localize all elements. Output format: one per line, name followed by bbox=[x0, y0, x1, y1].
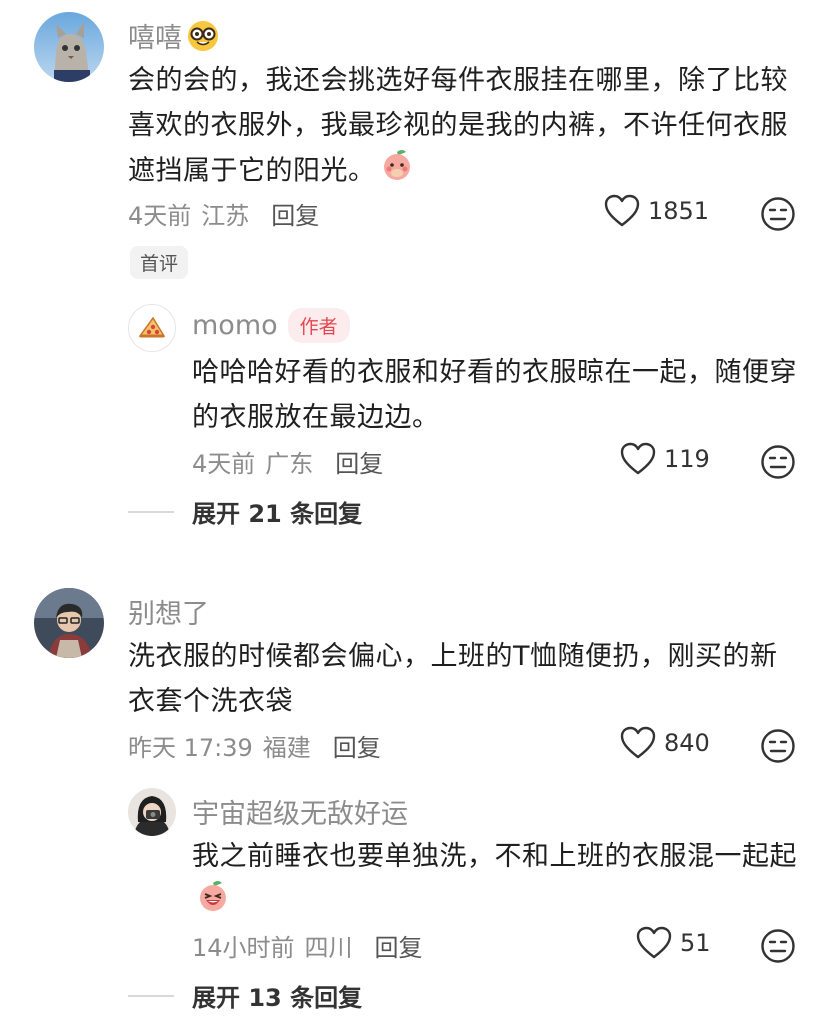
dislike-button[interactable] bbox=[760, 928, 796, 964]
peach-shy-emoji bbox=[380, 148, 414, 196]
expand-replies-button[interactable]: 展开 13 条回复 bbox=[128, 978, 362, 1013]
comment-time: 4天前 bbox=[128, 202, 192, 230]
dislike-button[interactable] bbox=[760, 444, 796, 480]
reply-time: 4天前 bbox=[192, 450, 256, 478]
comment-username[interactable]: 别想了 bbox=[128, 592, 209, 631]
like-count: 119 bbox=[664, 445, 710, 473]
expand-replies-button[interactable]: 展开 21 条回复 bbox=[128, 494, 362, 529]
expand-divider bbox=[128, 994, 174, 997]
reply-text: 哈哈哈好看的衣服和好看的衣服晾在一起，随便穿的衣服放在最边边。 bbox=[192, 357, 797, 433]
pizza-avatar-icon bbox=[138, 316, 166, 338]
nerd-face-emoji bbox=[186, 19, 220, 53]
reply-button[interactable]: 回复 bbox=[335, 444, 383, 479]
avatar-momo[interactable] bbox=[128, 304, 176, 352]
first-comment-badge: 首评 bbox=[130, 246, 189, 279]
reply-button[interactable]: 回复 bbox=[271, 196, 319, 231]
expand-replies-label: 展开 21 条回复 bbox=[192, 500, 363, 528]
reply-username[interactable]: 宇宙超级无敌好运 bbox=[192, 792, 408, 831]
comment-location: 江苏 bbox=[201, 202, 250, 230]
dislike-button[interactable] bbox=[760, 196, 796, 232]
avatar-yuzhou[interactable] bbox=[128, 788, 176, 836]
neutral-face-icon bbox=[761, 929, 795, 963]
reply-button[interactable]: 回复 bbox=[333, 728, 381, 763]
reply-time: 14小时前 bbox=[192, 934, 295, 962]
reply-location: 四川 bbox=[304, 934, 353, 962]
avatar-xixi[interactable] bbox=[34, 12, 104, 82]
like-count: 840 bbox=[664, 729, 710, 757]
reply-location: 广东 bbox=[265, 450, 314, 478]
neutral-face-icon bbox=[761, 445, 795, 479]
peach-laugh-emoji bbox=[196, 879, 230, 927]
comment-location: 福建 bbox=[262, 734, 311, 762]
comment-time: 昨天 17:39 bbox=[128, 734, 253, 762]
reply-text: 我之前睡衣也要单独洗，不和上班的衣服混一起起 bbox=[192, 834, 798, 927]
like-button[interactable]: 1851 bbox=[604, 194, 709, 228]
expand-divider bbox=[128, 510, 174, 513]
heart-outline-icon bbox=[636, 926, 672, 960]
heart-outline-icon bbox=[620, 442, 656, 476]
like-count: 1851 bbox=[648, 197, 710, 225]
like-count: 51 bbox=[680, 929, 711, 957]
avatar-biexiangle[interactable] bbox=[34, 588, 104, 658]
neutral-face-icon bbox=[761, 197, 795, 231]
comment-username[interactable]: 嘻嘻 bbox=[128, 16, 182, 55]
dislike-button[interactable] bbox=[760, 728, 796, 764]
like-button[interactable]: 51 bbox=[636, 926, 711, 960]
reply-button[interactable]: 回复 bbox=[375, 928, 423, 963]
like-button[interactable]: 840 bbox=[620, 726, 710, 760]
comment-text: 会的会的，我还会挑选好每件衣服挂在哪里，除了比较喜欢的衣服外，我最珍视的是我的内… bbox=[128, 58, 798, 196]
heart-outline-icon bbox=[620, 726, 656, 760]
heart-outline-icon bbox=[604, 194, 640, 228]
author-badge: 作者 bbox=[287, 308, 350, 343]
like-button[interactable]: 119 bbox=[620, 442, 710, 476]
expand-replies-label: 展开 13 条回复 bbox=[192, 984, 363, 1012]
comment-text: 洗衣服的时候都会偏心，上班的T恤随便扔，刚买的新衣套个洗衣袋 bbox=[128, 641, 778, 717]
reply-username[interactable]: momo bbox=[192, 310, 278, 341]
neutral-face-icon bbox=[761, 729, 795, 763]
